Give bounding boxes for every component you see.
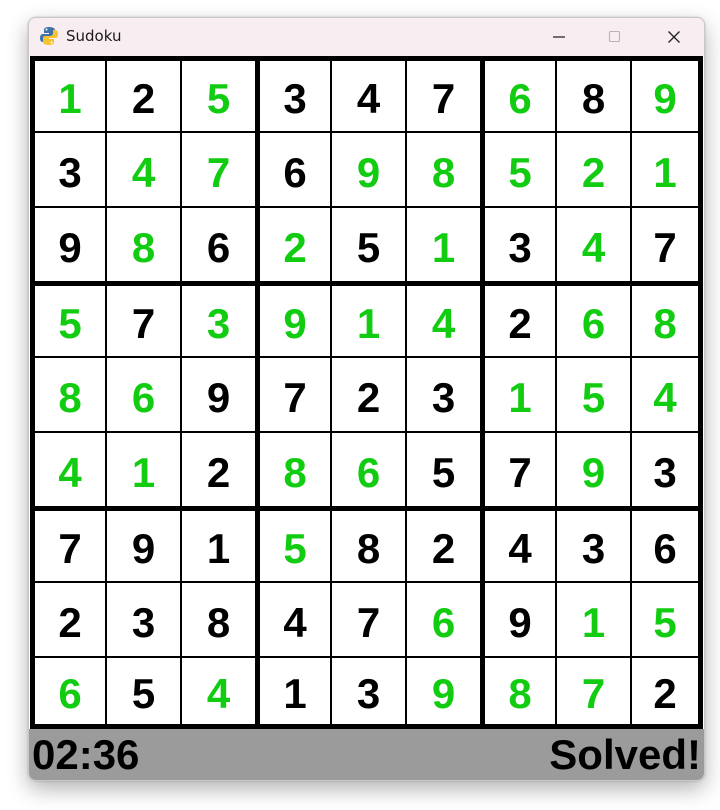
board-cell[interactable]: 9 — [485, 583, 555, 656]
board-cell[interactable]: 2 — [407, 511, 480, 581]
board-cell[interactable]: 8 — [35, 358, 105, 431]
maximize-icon — [608, 30, 621, 43]
board-cell[interactable]: 1 — [485, 358, 555, 431]
board-cell[interactable]: 4 — [35, 433, 105, 506]
board-cell[interactable]: 6 — [407, 583, 480, 656]
board-cell[interactable]: 2 — [632, 658, 698, 724]
board-cell[interactable]: 5 — [332, 208, 405, 281]
board-cell[interactable]: 8 — [332, 511, 405, 581]
status-bar: 02:36 Solved! — [29, 729, 704, 780]
board-cell[interactable]: 5 — [557, 358, 630, 431]
board-cell[interactable]: 9 — [407, 658, 480, 724]
board-cell[interactable]: 6 — [332, 433, 405, 506]
maximize-button[interactable] — [587, 18, 643, 56]
board-cell[interactable]: 6 — [557, 286, 630, 356]
window-title: Sudoku — [66, 27, 122, 45]
board-cell[interactable]: 8 — [407, 133, 480, 206]
board-cell[interactable]: 7 — [557, 658, 630, 724]
status-message: Solved! — [549, 731, 701, 778]
board-cell[interactable]: 4 — [407, 286, 480, 356]
board-cell[interactable]: 3 — [485, 208, 555, 281]
board-cell[interactable]: 5 — [35, 286, 105, 356]
board-cell[interactable]: 4 — [332, 61, 405, 131]
board-cell[interactable]: 7 — [35, 511, 105, 581]
board-cell[interactable]: 1 — [332, 286, 405, 356]
board-cell[interactable]: 5 — [260, 511, 330, 581]
board-cell[interactable]: 8 — [632, 286, 698, 356]
board-cell[interactable]: 9 — [260, 286, 330, 356]
board-cell[interactable]: 6 — [35, 658, 105, 724]
board-cell[interactable]: 3 — [407, 358, 480, 431]
board-cell[interactable]: 8 — [107, 208, 180, 281]
board-cell[interactable]: 9 — [35, 208, 105, 281]
board-cell[interactable]: 4 — [632, 358, 698, 431]
board-cell[interactable]: 3 — [260, 61, 330, 131]
board-cell[interactable]: 2 — [182, 433, 255, 506]
board-cell[interactable]: 6 — [260, 133, 330, 206]
board-cell[interactable]: 9 — [182, 358, 255, 431]
board-cell[interactable]: 7 — [407, 61, 480, 131]
board-cell[interactable]: 3 — [35, 133, 105, 206]
board-cell[interactable]: 2 — [332, 358, 405, 431]
timer-display: 02:36 — [32, 731, 140, 778]
board-cell[interactable]: 8 — [182, 583, 255, 656]
board-cell[interactable]: 8 — [557, 61, 630, 131]
board-cell[interactable]: 6 — [107, 358, 180, 431]
sudoku-board: 1253476893476985219862513475739142688697… — [30, 56, 703, 729]
sudoku-window: Sudoku 125347689347698521986251347573914… — [28, 17, 705, 781]
board-cell[interactable]: 1 — [182, 511, 255, 581]
board-cell[interactable]: 8 — [485, 658, 555, 724]
board-cell[interactable]: 4 — [260, 583, 330, 656]
board-cell[interactable]: 7 — [182, 133, 255, 206]
board-cell[interactable]: 6 — [485, 61, 555, 131]
board-cell[interactable]: 2 — [557, 133, 630, 206]
board-cell[interactable]: 3 — [557, 511, 630, 581]
board-cell[interactable]: 9 — [107, 511, 180, 581]
board-cell[interactable]: 7 — [632, 208, 698, 281]
board-cell[interactable]: 7 — [485, 433, 555, 506]
close-icon — [668, 31, 680, 43]
board-cell[interactable]: 1 — [35, 61, 105, 131]
board-cell[interactable]: 5 — [632, 583, 698, 656]
board-cell[interactable]: 4 — [182, 658, 255, 724]
board-cell[interactable]: 6 — [182, 208, 255, 281]
board-cell[interactable]: 1 — [407, 208, 480, 281]
board-cell[interactable]: 4 — [107, 133, 180, 206]
board-cell[interactable]: 5 — [485, 133, 555, 206]
board-cell[interactable]: 9 — [332, 133, 405, 206]
minimize-icon — [553, 36, 565, 38]
board-cell[interactable]: 3 — [107, 583, 180, 656]
board-cell[interactable]: 1 — [260, 658, 330, 724]
board-cell[interactable]: 2 — [107, 61, 180, 131]
board-cell[interactable]: 5 — [407, 433, 480, 506]
board-cell[interactable]: 4 — [485, 511, 555, 581]
board-cell[interactable]: 2 — [485, 286, 555, 356]
board-cell[interactable]: 9 — [632, 61, 698, 131]
board-cell[interactable]: 9 — [557, 433, 630, 506]
python-snake-icon — [40, 27, 58, 45]
title-bar[interactable]: Sudoku — [29, 18, 704, 56]
board-cell[interactable]: 4 — [557, 208, 630, 281]
board-cell[interactable]: 7 — [107, 286, 180, 356]
board-cell[interactable]: 1 — [107, 433, 180, 506]
minimize-button[interactable] — [531, 18, 587, 56]
board-cell[interactable]: 7 — [332, 583, 405, 656]
board-cell[interactable]: 8 — [260, 433, 330, 506]
board-cell[interactable]: 3 — [332, 658, 405, 724]
board-cell[interactable]: 3 — [182, 286, 255, 356]
board-cell[interactable]: 1 — [557, 583, 630, 656]
board-cell[interactable]: 2 — [35, 583, 105, 656]
board-cell[interactable]: 2 — [260, 208, 330, 281]
board-cell[interactable]: 3 — [632, 433, 698, 506]
close-button[interactable] — [646, 18, 702, 56]
board-cell[interactable]: 6 — [632, 511, 698, 581]
board-cell[interactable]: 5 — [107, 658, 180, 724]
board-cell[interactable]: 5 — [182, 61, 255, 131]
board-cell[interactable]: 7 — [260, 358, 330, 431]
board-cell[interactable]: 1 — [632, 133, 698, 206]
